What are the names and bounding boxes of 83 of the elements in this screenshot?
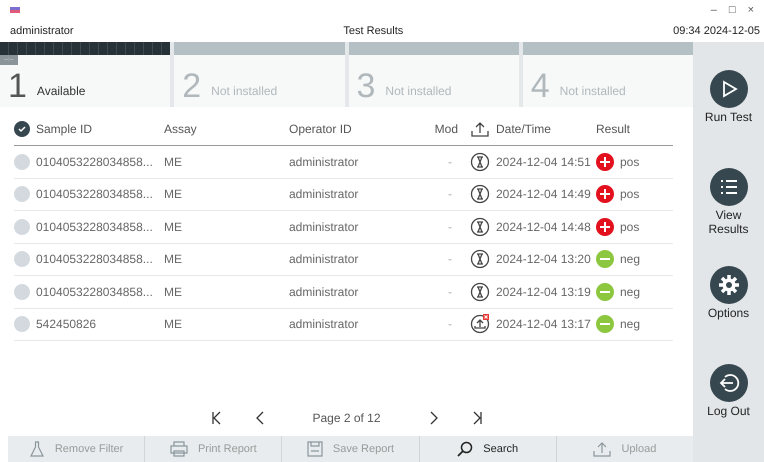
close-button[interactable]: × bbox=[742, 2, 760, 18]
page-indicator: Page 2 of 12 bbox=[311, 410, 382, 427]
previous-page-icon bbox=[254, 411, 266, 425]
table-cell-text: - bbox=[447, 251, 453, 268]
table-cell-text: ME bbox=[164, 154, 183, 171]
minimize-button[interactable]: – bbox=[704, 2, 723, 18]
module-number: 1 bbox=[8, 69, 27, 103]
clock: 09:34 2024-12-05 bbox=[673, 24, 760, 39]
table-cell-text: 0104053228034858... bbox=[36, 218, 153, 236]
column-header: Date/Time bbox=[496, 121, 552, 138]
table-cell-text: neg bbox=[620, 316, 640, 334]
table-cell-text: 0104053228034858... bbox=[36, 154, 153, 171]
column-header: Mod bbox=[434, 121, 459, 138]
table-cell-text: 2024-12-04 14:51 bbox=[496, 154, 592, 171]
table-cell-text: pos bbox=[620, 154, 640, 171]
column-header: Sample ID bbox=[36, 121, 92, 138]
table-cell-text: ME bbox=[164, 186, 183, 204]
table-cell-text: neg bbox=[620, 251, 640, 268]
table-cell-text: administrator bbox=[289, 284, 360, 301]
module-number: 4 bbox=[530, 69, 550, 103]
table-cell-text: pos bbox=[620, 218, 640, 236]
table-cell-text: - bbox=[447, 186, 453, 204]
first-page-icon bbox=[210, 411, 222, 425]
search-button[interactable]: Search bbox=[420, 436, 557, 462]
table-cell-text: 0104053228034858... bbox=[36, 186, 153, 204]
table-cell-text: 542450826 bbox=[36, 316, 96, 334]
table-cell-text: administrator bbox=[289, 316, 360, 334]
run-button[interactable]: Run Test bbox=[698, 70, 758, 168]
module-status: Not installed bbox=[560, 83, 626, 100]
select-all-checkbox[interactable] bbox=[14, 121, 30, 137]
table-cell-text: administrator bbox=[289, 218, 360, 236]
list-icon bbox=[718, 177, 738, 197]
table-cell-text: 2024-12-04 13:19 bbox=[496, 284, 592, 301]
table-cell-text: administrator bbox=[289, 251, 360, 268]
upload-icon bbox=[471, 121, 489, 137]
table-cell-text: 2024-12-04 14:49 bbox=[496, 186, 592, 204]
table-cell-text: - bbox=[447, 316, 453, 334]
column-header: Operator ID bbox=[289, 121, 353, 138]
next-page-icon bbox=[428, 411, 440, 425]
check-icon bbox=[17, 124, 27, 134]
table-cell-text: 2024-12-04 14:48 bbox=[496, 218, 592, 236]
table-cell-text: 2024-12-04 13:20 bbox=[496, 251, 592, 268]
table-cell-text: administrator bbox=[289, 186, 360, 204]
module-status: Available bbox=[36, 83, 86, 100]
user-name: administrator bbox=[10, 24, 74, 39]
printer-icon bbox=[170, 441, 188, 457]
table-cell-text: administrator bbox=[289, 154, 360, 171]
table-cell-text: ME bbox=[164, 251, 183, 268]
exit-icon bbox=[718, 372, 740, 394]
app-logo-icon bbox=[10, 7, 20, 13]
module-number: 3 bbox=[356, 69, 376, 103]
table-cell-text: ME bbox=[164, 316, 183, 334]
table-cell-text: pos bbox=[620, 186, 640, 204]
table-cell-text: 0104053228034858... bbox=[36, 251, 153, 268]
row-checkbox[interactable] bbox=[14, 316, 30, 332]
table-cell-text: 2024-12-04 13:17 bbox=[496, 316, 592, 334]
table-cell-text: ME bbox=[164, 284, 183, 301]
table-cell-text: - bbox=[447, 218, 453, 236]
row-checkbox[interactable] bbox=[14, 154, 30, 170]
logout-button[interactable]: Log Out bbox=[698, 364, 758, 462]
row-checkbox[interactable] bbox=[14, 186, 30, 202]
column-header: Result bbox=[596, 121, 632, 138]
module-status: Not installed bbox=[385, 83, 452, 100]
flask-icon bbox=[28, 441, 45, 457]
table-cell-text: ME bbox=[164, 218, 183, 236]
search-icon bbox=[457, 441, 474, 457]
upload-icon bbox=[593, 441, 612, 457]
module-number: 2 bbox=[182, 69, 202, 103]
table-cell-text: neg bbox=[620, 284, 640, 301]
table-cell-text: - bbox=[447, 284, 453, 301]
module-status: Not installed bbox=[211, 83, 278, 100]
row-checkbox[interactable] bbox=[14, 251, 30, 268]
window-title: Test Results bbox=[343, 24, 404, 39]
options-button[interactable]: Options bbox=[698, 266, 758, 364]
results-button[interactable]: View Results bbox=[698, 168, 758, 266]
gear-icon bbox=[718, 274, 740, 296]
column-header: Assay bbox=[164, 121, 198, 138]
row-checkbox[interactable] bbox=[14, 218, 30, 235]
row-checkbox[interactable] bbox=[14, 284, 30, 300]
last-page-icon bbox=[472, 411, 484, 425]
table-cell-text: 0104053228034858... bbox=[36, 284, 153, 301]
maximize-button[interactable]: □ bbox=[722, 2, 742, 18]
table-cell-text: - bbox=[447, 154, 453, 171]
